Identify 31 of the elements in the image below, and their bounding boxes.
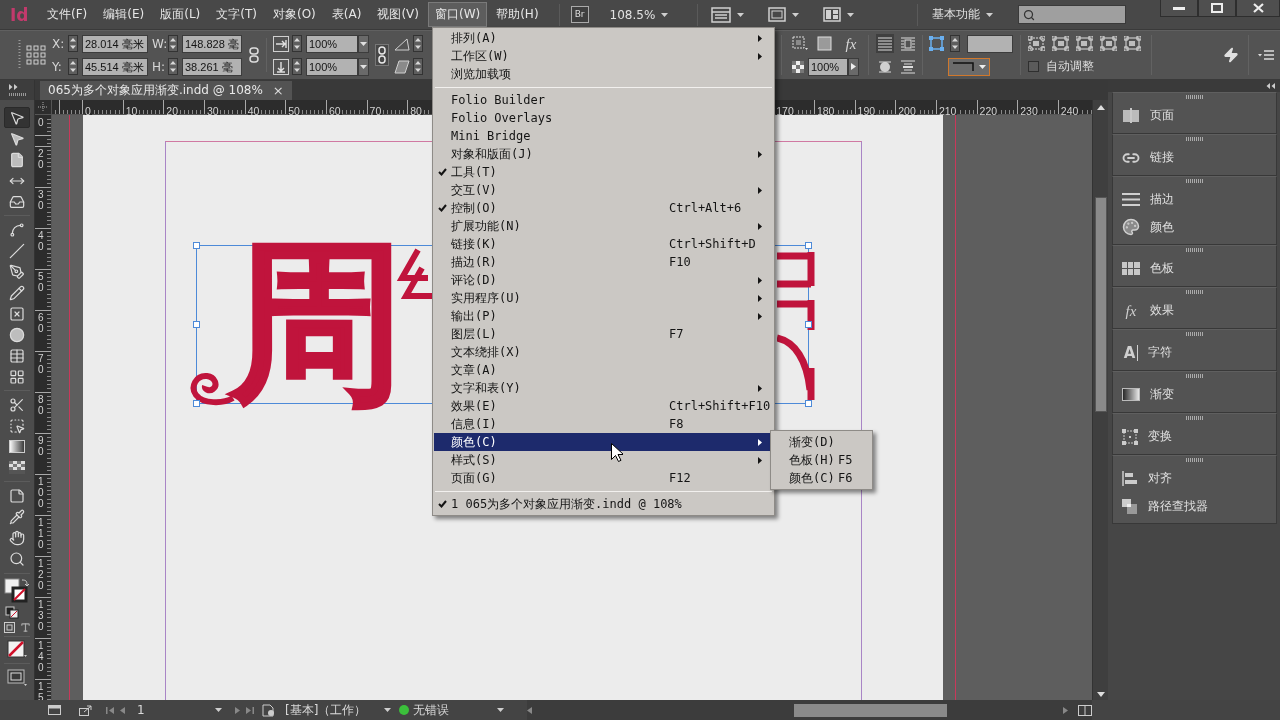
ruler-number: 40	[38, 230, 44, 252]
shortcut-text: Ctrl+Shift+D	[669, 237, 756, 251]
ruler-number: 0	[38, 117, 44, 128]
ruler-number: 90	[38, 435, 44, 457]
ruler-number: 30	[38, 189, 44, 211]
shortcut-text: F12	[669, 471, 691, 485]
field-label: Y:	[52, 59, 63, 74]
ruler-number: 110	[38, 517, 44, 550]
headline-text: 周	[226, 220, 406, 428]
ruler-number: 100	[38, 476, 44, 509]
ruler-number: 140	[38, 640, 44, 673]
ruler-number: 80	[38, 394, 44, 416]
ruler-number: 50	[38, 271, 44, 293]
ruler-number: 120	[38, 558, 44, 591]
shortcut-text: Ctrl+Shift+F10	[669, 399, 771, 413]
field-label: H:	[152, 59, 165, 74]
shortcut-text: F10	[669, 255, 691, 269]
ruler-number: 130	[38, 599, 44, 632]
shortcut-text: Ctrl+Alt+6	[669, 201, 742, 215]
shortcut-text: F7	[669, 327, 684, 341]
shortcut-text: F8	[669, 417, 684, 431]
ruler-number: 70	[38, 353, 44, 375]
field-label: W:	[152, 36, 165, 51]
effects-icon: fx	[1122, 302, 1140, 319]
shortcut-text: F5	[838, 453, 853, 467]
app-logo: Id	[9, 4, 30, 25]
ruler-number: 20	[38, 148, 44, 170]
ruler-number: 60	[38, 312, 44, 334]
field-label: X:	[52, 36, 65, 51]
checkbox-label: 自动调整	[1046, 58, 1094, 75]
shortcut-text: F6	[838, 471, 853, 485]
